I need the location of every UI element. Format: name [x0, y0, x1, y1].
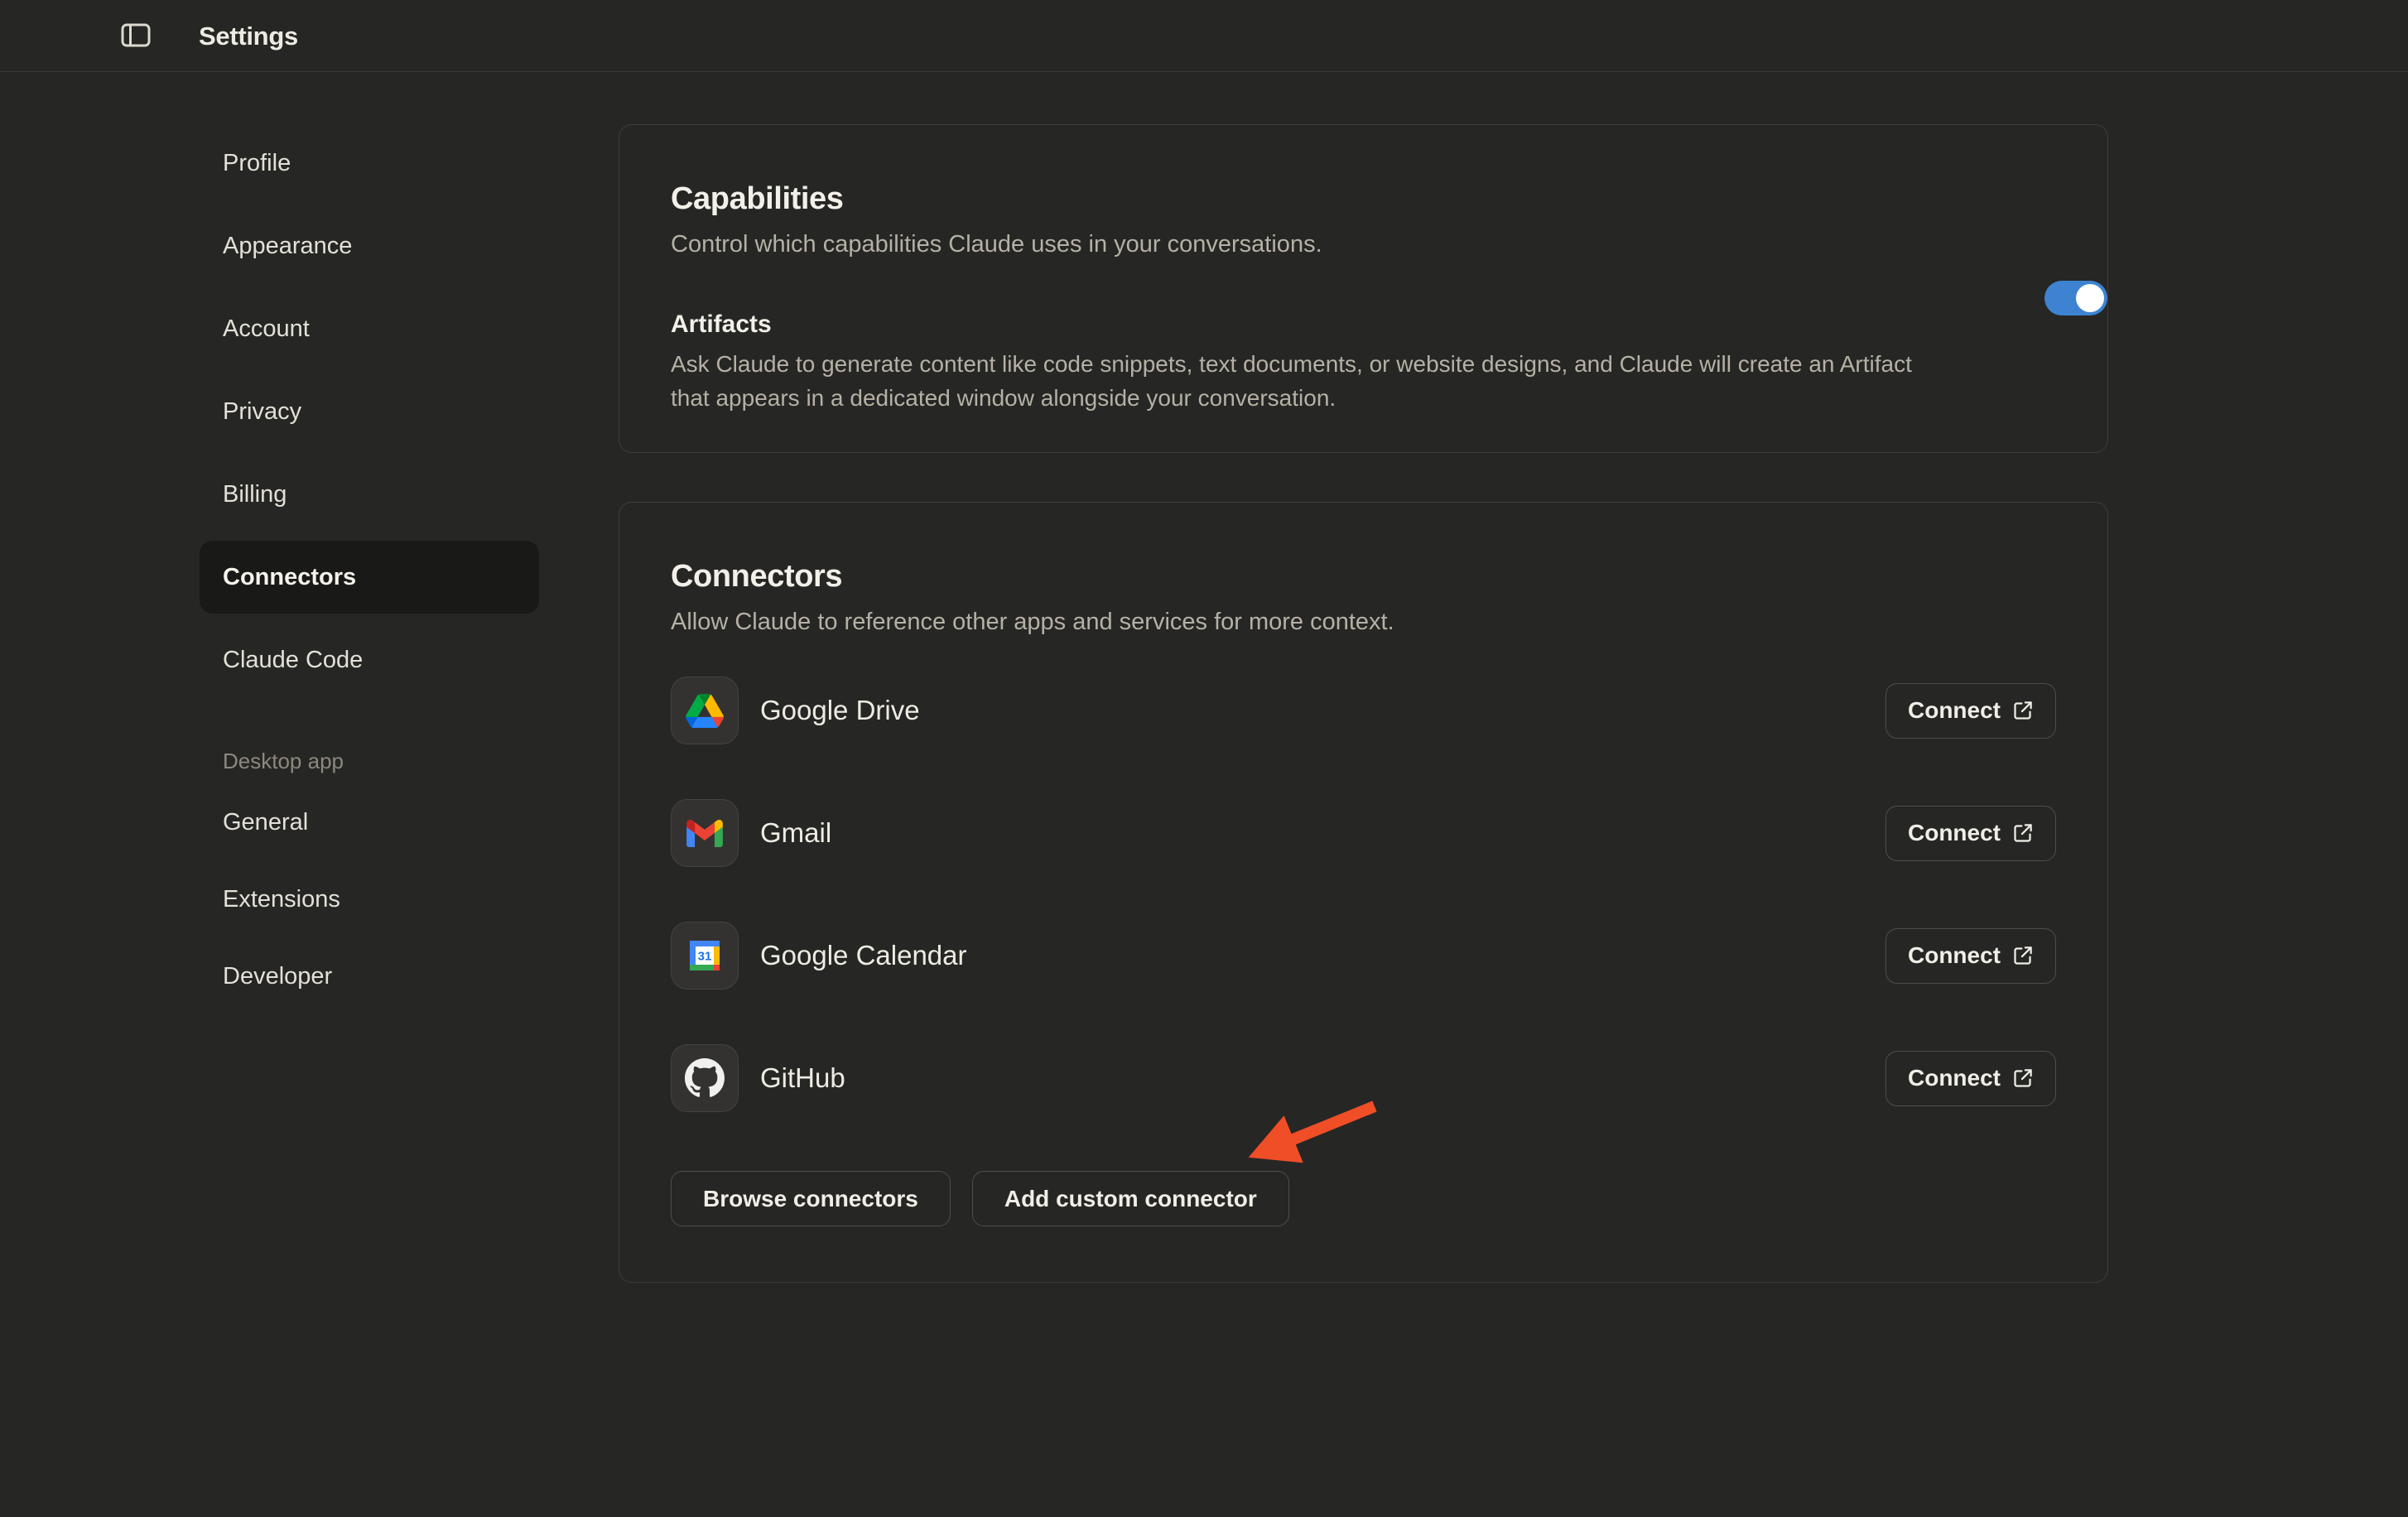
connector-name: GitHub: [760, 1062, 845, 1094]
connector-row-github: GitHub Connect: [671, 1044, 2056, 1112]
sidebar-item-label: Extensions: [223, 886, 340, 913]
sidebar-item-label: General: [223, 809, 308, 836]
add-custom-connector-button[interactable]: Add custom connector: [972, 1171, 1289, 1226]
sidebar-item-account[interactable]: Account: [200, 292, 539, 365]
sidebar-desktop-group: General Extensions Developer: [200, 786, 539, 1013]
gmail-icon: [686, 820, 723, 847]
google-calendar-tile: 31: [671, 922, 739, 990]
connect-google-drive-button[interactable]: Connect: [1885, 683, 2056, 739]
connect-gmail-button[interactable]: Connect: [1885, 806, 2056, 861]
connector-list: Google Drive Connect: [671, 677, 2056, 1112]
sidebar-item-label: Appearance: [223, 233, 352, 260]
sidebar-item-privacy[interactable]: Privacy: [200, 375, 539, 448]
sidebar-item-label: Account: [223, 315, 310, 343]
sidebar-panel-icon: [121, 23, 151, 47]
connect-button-label: Connect: [1908, 697, 2001, 724]
google-drive-icon: [686, 694, 724, 728]
connector-row-google-calendar: 31 Google Calendar Connect: [671, 922, 2056, 990]
connector-row-google-drive: Google Drive Connect: [671, 677, 2056, 744]
sidebar-item-billing[interactable]: Billing: [200, 458, 539, 531]
artifacts-toggle[interactable]: [2044, 281, 2107, 315]
external-link-icon: [2011, 700, 2034, 722]
sidebar-item-label: Billing: [223, 481, 287, 508]
artifacts-label: Artifacts: [671, 309, 2056, 340]
sidebar-item-developer[interactable]: Developer: [200, 940, 539, 1013]
connect-button-label: Connect: [1908, 942, 2001, 969]
connector-row-gmail: Gmail Connect: [671, 799, 2056, 867]
sidebar-item-general[interactable]: General: [200, 786, 539, 859]
sidebar-item-claude-code[interactable]: Claude Code: [200, 624, 539, 696]
connect-button-label: Connect: [1908, 1065, 2001, 1091]
artifacts-description: Ask Claude to generate content like code…: [671, 347, 1938, 415]
google-calendar-icon: 31: [685, 936, 725, 975]
connectors-subtitle: Allow Claude to reference other apps and…: [671, 607, 2056, 637]
external-link-icon: [2011, 822, 2034, 845]
sidebar-item-label: Claude Code: [223, 647, 363, 674]
sidebar-item-extensions[interactable]: Extensions: [200, 863, 539, 936]
sidebar-item-appearance[interactable]: Appearance: [200, 209, 539, 282]
connect-button-label: Connect: [1908, 820, 2001, 846]
capabilities-title: Capabilities: [671, 180, 2056, 218]
connectors-title: Connectors: [671, 557, 2056, 595]
svg-text:31: 31: [698, 950, 712, 964]
artifacts-setting-row: Artifacts Ask Claude to generate content…: [671, 309, 2056, 415]
settings-sidebar: Profile Appearance Account Privacy Billi…: [200, 127, 539, 1017]
connect-google-calendar-button[interactable]: Connect: [1885, 928, 2056, 984]
page-title: Settings: [199, 0, 298, 72]
gmail-tile: [671, 799, 739, 867]
google-drive-tile: [671, 677, 739, 744]
sidebar-item-profile[interactable]: Profile: [200, 127, 539, 200]
github-icon: [685, 1058, 725, 1098]
connector-actions: Browse connectors Add custom connector: [671, 1171, 2056, 1226]
toggle-knob: [2076, 284, 2104, 312]
connector-name: Gmail: [760, 817, 831, 849]
top-bar: Settings: [0, 0, 2408, 72]
browse-connectors-button[interactable]: Browse connectors: [671, 1171, 951, 1226]
capabilities-subtitle: Control which capabilities Claude uses i…: [671, 229, 2056, 259]
sidebar-item-label: Profile: [223, 150, 291, 177]
sidebar-item-label: Developer: [223, 963, 332, 990]
capabilities-card: Capabilities Control which capabilities …: [619, 124, 2108, 453]
connect-github-button[interactable]: Connect: [1885, 1051, 2056, 1106]
sidebar-item-label: Privacy: [223, 398, 301, 426]
sidebar-section-desktop-app: Desktop app: [200, 744, 539, 778]
connector-name: Google Calendar: [760, 940, 967, 971]
external-link-icon: [2011, 1067, 2034, 1090]
sidebar-item-connectors[interactable]: Connectors: [200, 541, 539, 614]
external-link-icon: [2011, 945, 2034, 967]
sidebar-toggle-button[interactable]: [118, 17, 154, 53]
connector-name: Google Drive: [760, 695, 920, 726]
sidebar-item-label: Connectors: [223, 564, 356, 591]
settings-screen: Settings Profile Appearance Account Priv…: [0, 0, 2408, 1517]
connectors-card: Connectors Allow Claude to reference oth…: [619, 502, 2108, 1283]
github-tile: [671, 1044, 739, 1112]
